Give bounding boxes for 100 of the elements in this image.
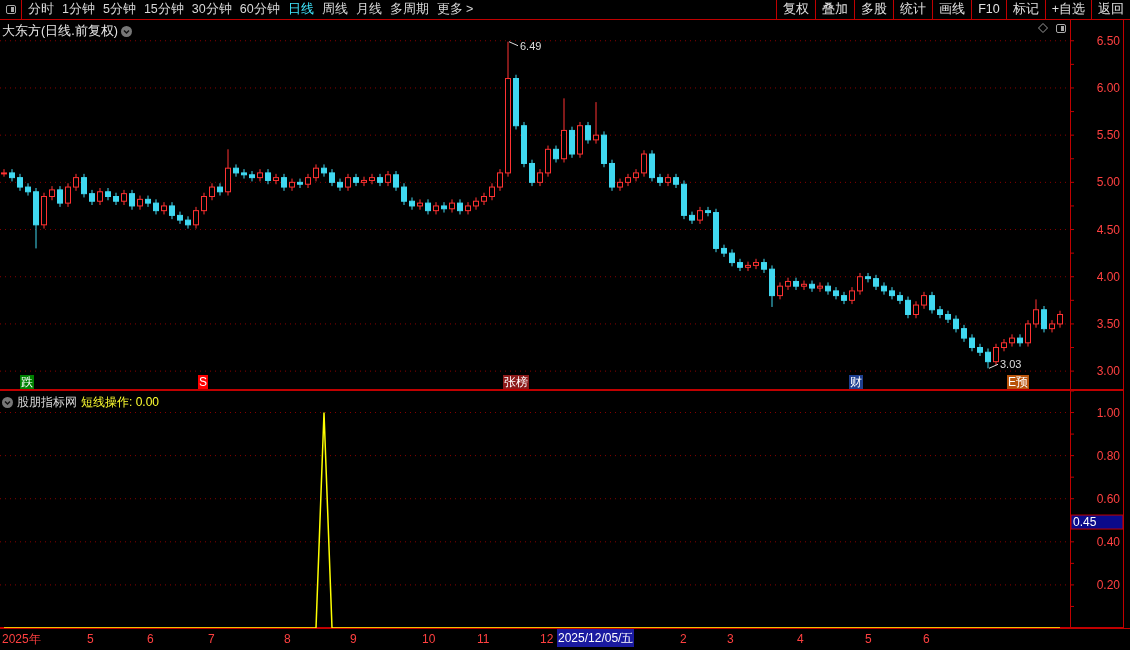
date-label: 2 (680, 631, 687, 648)
candlestick (721, 244, 727, 258)
axis-label: 3.50 (1096, 316, 1120, 331)
candlestick (865, 272, 871, 283)
candlestick (121, 189, 127, 206)
candlestick (497, 168, 503, 192)
toolbar-button[interactable]: 多股 (854, 0, 894, 20)
period-tab[interactable]: 周线 (321, 0, 348, 19)
event-badge[interactable]: 张榜 (503, 375, 529, 389)
candlestick (801, 280, 807, 291)
axis-label: 3.00 (1096, 364, 1120, 379)
candlestick (905, 296, 911, 319)
candlestick (209, 182, 215, 201)
candlestick (689, 211, 695, 225)
candlestick (425, 198, 431, 215)
candlestick (937, 305, 943, 319)
candlestick (873, 274, 879, 291)
candlestick (25, 182, 31, 197)
candlestick (969, 333, 975, 352)
candlestick (625, 173, 631, 187)
toolbar-button[interactable]: 画线 (932, 0, 972, 20)
candlestick (217, 182, 223, 197)
candlestick (993, 343, 999, 366)
candlestick (153, 198, 159, 215)
period-tab[interactable]: 30分钟 (191, 0, 232, 19)
candlestick (449, 198, 455, 214)
date-label: 5 (87, 631, 94, 648)
candlestick (785, 277, 791, 291)
candlestick (393, 170, 399, 192)
toolbar-button[interactable]: 标记 (1005, 0, 1045, 20)
candlestick (817, 281, 823, 293)
date-label: 6 (923, 631, 930, 648)
candlestick (193, 206, 199, 230)
event-badge[interactable]: 跌 (20, 375, 34, 389)
candlestick (33, 187, 39, 249)
candlestick (929, 291, 935, 315)
cursor-date-label: 2025/12/05/五 (557, 629, 635, 647)
diamond-icon[interactable] (1038, 23, 1048, 33)
candlestick (1041, 305, 1047, 333)
candlestick (401, 182, 407, 206)
toolbar-button[interactable]: 复权 (776, 0, 816, 20)
candlestick (73, 173, 79, 192)
candlestick (353, 173, 359, 187)
candlestick (241, 168, 247, 180)
axis-label: 0.80 (1096, 448, 1120, 463)
candlestick (961, 324, 967, 343)
panel-toggle-icon[interactable] (1056, 23, 1066, 33)
candlestick (793, 277, 799, 291)
event-badge[interactable]: E预 (1007, 375, 1029, 389)
event-badge[interactable]: 财 (849, 375, 863, 389)
toolbar-button[interactable]: +自选 (1044, 0, 1091, 20)
candlestick (1009, 333, 1015, 348)
period-tab[interactable]: 1分钟 (62, 0, 95, 19)
period-tab[interactable]: 月线 (355, 0, 382, 19)
event-badge[interactable]: S (198, 375, 208, 389)
candlestick (641, 149, 647, 178)
period-tab[interactable]: 5分钟 (102, 0, 136, 19)
toolbar-button[interactable]: 叠加 (815, 0, 855, 20)
period-tab[interactable]: 分时 (28, 0, 54, 19)
toolbar-button[interactable]: 返回 (1091, 0, 1130, 20)
candlestick (321, 163, 327, 178)
candlestick (857, 272, 863, 296)
candlestick (129, 189, 135, 211)
chart-title: 大东方(日线.前复权) (2, 23, 118, 40)
candlestick (97, 187, 103, 206)
candlestick (225, 148, 231, 197)
candlestick (753, 258, 759, 270)
date-label: 4 (797, 631, 804, 648)
axis-label: 0.40 (1096, 534, 1120, 549)
candlestick (921, 291, 927, 310)
period-tab[interactable]: 多周期 (389, 0, 429, 19)
candlestick (649, 149, 655, 182)
dropdown-icon[interactable] (2, 396, 13, 408)
candlestick (633, 168, 639, 182)
candlestick (201, 192, 207, 215)
candlestick (441, 201, 447, 214)
candlestick (945, 310, 951, 324)
date-label: 7 (208, 631, 215, 648)
candlestick (577, 121, 583, 159)
date-label: 5 (865, 631, 872, 648)
candlestick (545, 145, 551, 178)
candlestick (169, 201, 175, 220)
period-tab[interactable]: 60分钟 (239, 0, 280, 19)
panel-toggle-icon[interactable] (5, 5, 16, 14)
candlestick (369, 173, 375, 185)
period-tab[interactable]: 15分钟 (143, 0, 184, 19)
dropdown-icon[interactable] (120, 25, 132, 37)
candlestick (761, 258, 767, 274)
period-tab[interactable]: 更多 > (436, 0, 474, 19)
candlestick (185, 215, 191, 230)
period-tab[interactable]: 日线 (287, 0, 314, 19)
candlestick (833, 286, 839, 300)
date-label: 6 (147, 631, 154, 648)
candlestick (49, 185, 55, 201)
candlestick (569, 126, 575, 159)
candlestick (977, 343, 983, 357)
toolbar-button[interactable]: F10 (971, 0, 1006, 20)
candlestick (769, 264, 775, 308)
candlestick (337, 178, 343, 192)
toolbar-button[interactable]: 统计 (893, 0, 933, 20)
